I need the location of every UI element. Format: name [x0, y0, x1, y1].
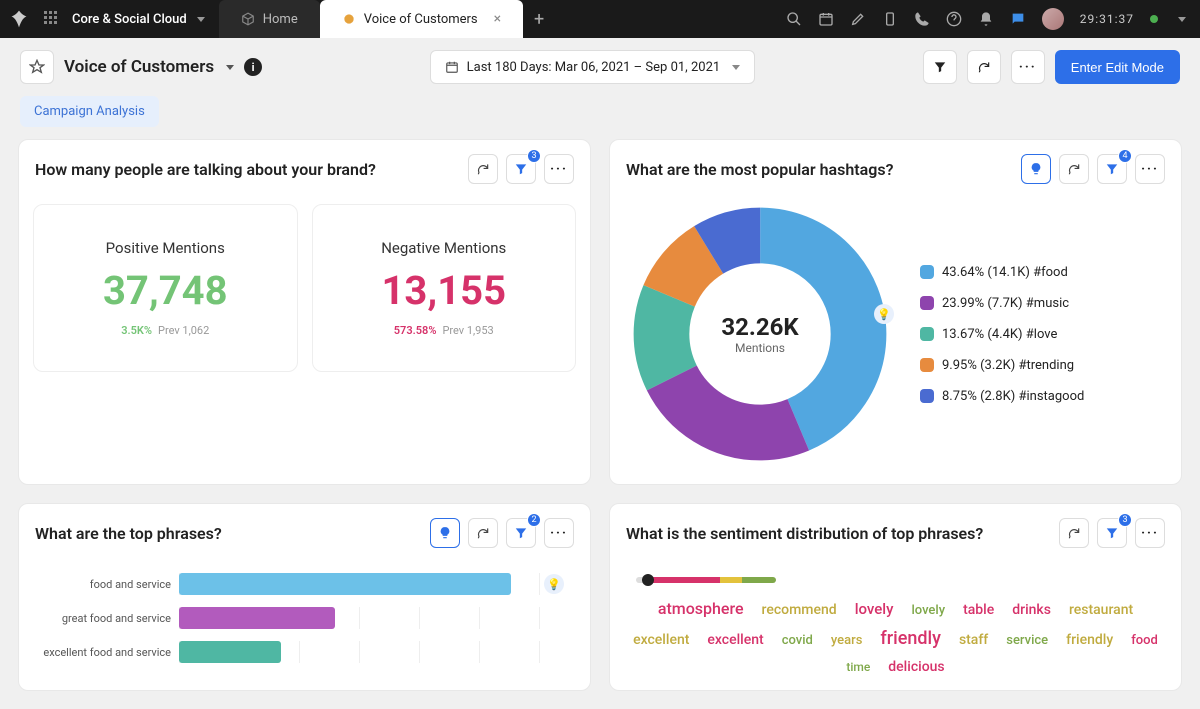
app-launcher-icon[interactable] [44, 11, 60, 27]
cloud-word[interactable]: lovely [855, 600, 894, 618]
chat-icon[interactable] [1010, 11, 1026, 27]
slider-thumb-icon[interactable] [642, 574, 654, 586]
positive-value: 37,748 [44, 267, 287, 314]
more-button[interactable]: ··· [544, 154, 574, 184]
tab-voice-of-customers[interactable]: Voice of Customers × [320, 0, 523, 38]
brand-mentions-card: How many people are talking about your b… [18, 139, 591, 485]
cloud-word[interactable]: atmosphere [658, 599, 744, 618]
more-button[interactable]: ··· [1135, 518, 1165, 548]
legend: 43.64% (14.1K) #food 23.99% (7.7K) #musi… [920, 265, 1084, 404]
legend-item[interactable]: 43.64% (14.1K) #food [920, 265, 1084, 280]
pencil-icon[interactable] [850, 11, 866, 27]
tab-label: Voice of Customers [364, 12, 478, 27]
device-icon[interactable] [882, 11, 898, 27]
lightbulb-button[interactable] [430, 518, 460, 548]
page-title[interactable]: Voice of Customers [64, 57, 234, 77]
insight-marker-icon[interactable]: 💡 [544, 574, 564, 594]
speech-icon [342, 12, 356, 26]
filter-button[interactable]: 3 [506, 154, 536, 184]
enter-edit-mode-button[interactable]: Enter Edit Mode [1055, 50, 1180, 84]
chevron-down-icon[interactable] [1178, 17, 1186, 22]
refresh-button[interactable] [468, 154, 498, 184]
favorite-button[interactable] [20, 50, 54, 84]
insight-marker-icon[interactable]: 💡 [874, 304, 894, 324]
cloud-word[interactable]: covid [782, 633, 813, 648]
cloud-word[interactable]: lovely [911, 603, 945, 618]
refresh-button[interactable] [967, 50, 1001, 84]
sentiment-slider[interactable] [630, 577, 776, 599]
topbar: Core & Social Cloud Home Voice of Custom… [0, 0, 1200, 38]
cloud-word[interactable]: time [846, 660, 870, 674]
donut-center-label: Mentions [735, 341, 785, 355]
search-icon[interactable] [786, 11, 802, 27]
avatar[interactable] [1042, 8, 1064, 30]
cloud-word[interactable]: table [963, 602, 994, 618]
campaign-analysis-chip[interactable]: Campaign Analysis [20, 96, 159, 127]
cloud-word[interactable]: delicious [888, 659, 944, 675]
refresh-button[interactable] [1059, 154, 1089, 184]
donut-center-value: 32.26K [721, 313, 798, 341]
legend-item[interactable]: 8.75% (2.8K) #instagood [920, 389, 1084, 404]
chevron-down-icon [732, 65, 740, 70]
positive-mentions-tile[interactable]: Positive Mentions 37,748 3.5K%Prev 1,062 [33, 204, 298, 372]
timer: 29:31:37 [1080, 12, 1134, 26]
calendar-icon[interactable] [818, 11, 834, 27]
date-range-picker[interactable]: Last 180 Days: Mar 06, 2021 – Sep 01, 20… [430, 50, 756, 84]
filter-button[interactable]: 2 [506, 518, 536, 548]
cloud-word[interactable]: years [831, 633, 863, 648]
more-button[interactable]: ··· [544, 518, 574, 548]
add-tab-button[interactable]: + [523, 0, 555, 38]
card-title: How many people are talking about your b… [35, 160, 468, 179]
status-indicator[interactable] [1150, 15, 1158, 23]
negative-mentions-tile[interactable]: Negative Mentions 13,155 573.58%Prev 1,9… [312, 204, 577, 372]
page-header: Voice of Customers i Last 180 Days: Mar … [0, 38, 1200, 96]
more-button[interactable]: ··· [1135, 154, 1165, 184]
card-title: What are the most popular hashtags? [626, 160, 1021, 179]
word-cloud[interactable]: atmosphere recommend lovely lovely table drin… [630, 599, 1161, 675]
chevron-down-icon [197, 17, 205, 22]
legend-item[interactable]: 13.67% (4.4K) #love [920, 327, 1084, 342]
more-button[interactable]: ··· [1011, 50, 1045, 84]
donut-chart[interactable]: 32.26K Mentions 💡 [630, 204, 890, 464]
help-icon[interactable] [946, 11, 962, 27]
bar-chart[interactable]: food and service 💡 great food and servic… [19, 558, 590, 690]
chevron-down-icon [226, 65, 234, 70]
logo-icon [6, 9, 32, 29]
lightbulb-button[interactable] [1021, 154, 1051, 184]
card-title: What are the top phrases? [35, 524, 430, 543]
cloud-word[interactable]: staff [959, 632, 988, 648]
cloud-word[interactable]: service [1006, 633, 1048, 648]
tab-home[interactable]: Home [219, 0, 320, 38]
legend-item[interactable]: 9.95% (3.2K) #trending [920, 358, 1084, 373]
cloud-word[interactable]: friendly [880, 628, 941, 649]
app-name[interactable]: Core & Social Cloud [72, 12, 187, 27]
cloud-word[interactable]: food [1131, 633, 1158, 648]
top-phrases-card: What are the top phrases? 2 ··· food and… [18, 503, 591, 691]
filter-button[interactable]: 4 [1097, 154, 1127, 184]
cloud-word[interactable]: friendly [1066, 632, 1113, 648]
hashtags-card: What are the most popular hashtags? 4 ··… [609, 139, 1182, 485]
legend-item[interactable]: 23.99% (7.7K) #music [920, 296, 1084, 311]
cloud-word[interactable]: excellent [633, 632, 689, 648]
cloud-word[interactable]: excellent [707, 632, 763, 648]
bell-icon[interactable] [978, 11, 994, 27]
phone-icon[interactable] [914, 11, 930, 27]
cube-icon [241, 12, 255, 26]
cloud-word[interactable]: drinks [1012, 602, 1051, 618]
filter-button[interactable] [923, 50, 957, 84]
tab-label: Home [263, 12, 298, 27]
negative-value: 13,155 [323, 267, 566, 314]
cloud-word[interactable]: recommend [762, 602, 837, 618]
filter-button[interactable]: 3 [1097, 518, 1127, 548]
refresh-button[interactable] [468, 518, 498, 548]
refresh-button[interactable] [1059, 518, 1089, 548]
card-title: What is the sentiment distribution of to… [626, 524, 1059, 543]
info-icon[interactable]: i [244, 58, 262, 76]
close-icon[interactable]: × [494, 11, 501, 27]
sentiment-card: What is the sentiment distribution of to… [609, 503, 1182, 691]
cloud-word[interactable]: restaurant [1069, 602, 1133, 618]
